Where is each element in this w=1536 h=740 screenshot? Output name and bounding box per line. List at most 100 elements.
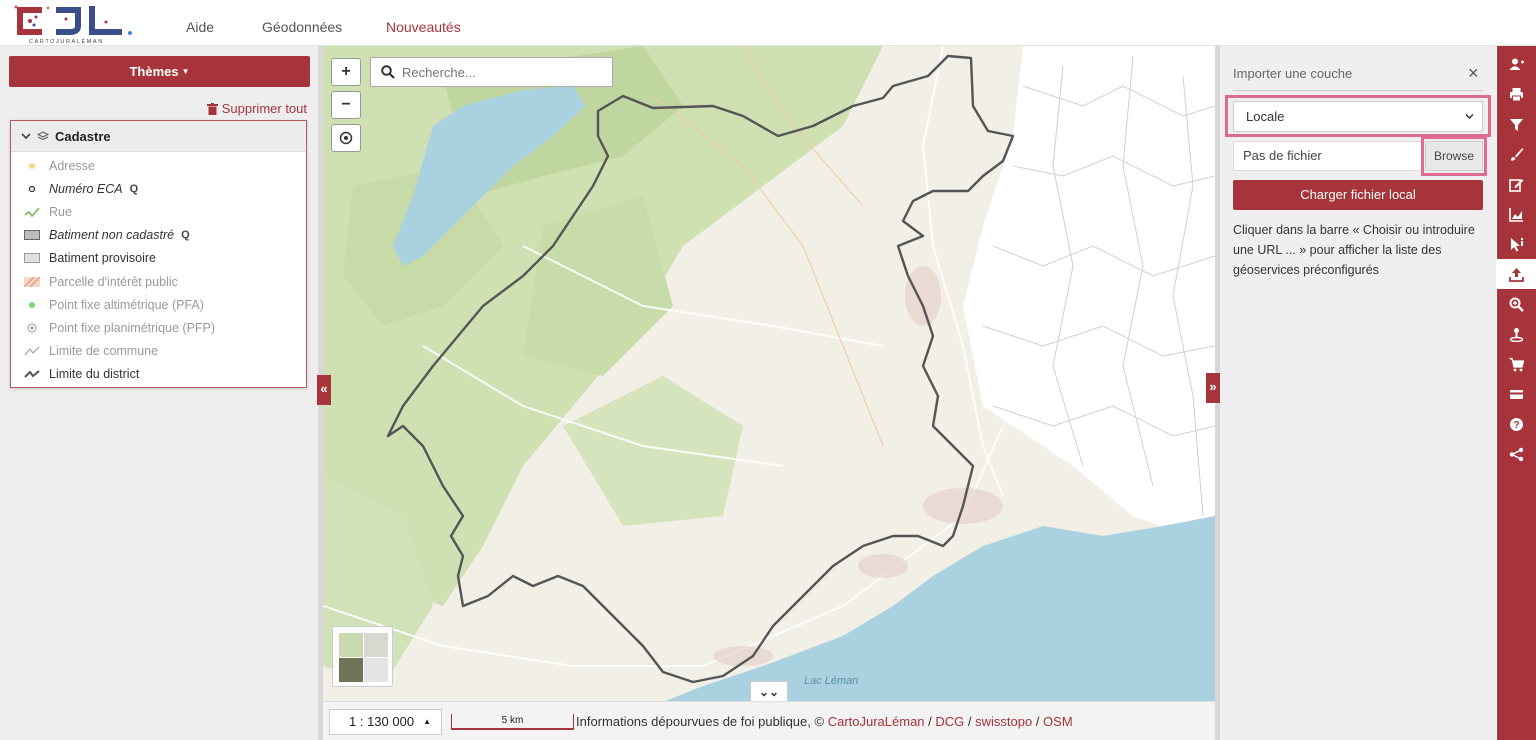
status-bar: 1 : 130 000 ▲ 5 km Informations dépourvue… bbox=[318, 701, 1220, 740]
pointer-info-icon[interactable] bbox=[1497, 229, 1536, 259]
filter-icon[interactable] bbox=[1497, 109, 1536, 139]
file-name-field[interactable]: Pas de fichier bbox=[1233, 141, 1423, 171]
layer-label: Limite de commune bbox=[49, 344, 159, 359]
layer-tree: Cadastre Adresse Numéro ECA Q Rue Batime… bbox=[10, 120, 307, 388]
help-icon[interactable]: ? bbox=[1497, 409, 1536, 439]
layer-row-limite-commune[interactable]: Limite de commune bbox=[11, 340, 306, 363]
chevron-down-icon[interactable] bbox=[21, 132, 31, 140]
line-dark-icon bbox=[23, 368, 41, 380]
pin-icon[interactable] bbox=[1497, 319, 1536, 349]
search-input[interactable] bbox=[402, 64, 602, 80]
divider bbox=[1233, 90, 1483, 91]
load-local-file-button[interactable]: Charger fichier local bbox=[1233, 180, 1483, 210]
highlight-box bbox=[1225, 95, 1491, 137]
themes-label: Thèmes bbox=[129, 64, 179, 79]
layer-label: Batiment non cadastré bbox=[49, 228, 175, 243]
scale-select[interactable]: 1 : 130 000 ▲ bbox=[329, 709, 442, 735]
collapse-left-panel-button[interactable]: « bbox=[317, 375, 331, 405]
tool-bar: ? bbox=[1497, 46, 1536, 740]
attribution: Informations dépourvues de foi publique,… bbox=[576, 714, 1073, 729]
layer-label: Numéro ECA bbox=[49, 181, 123, 196]
svg-text:?: ? bbox=[1513, 420, 1519, 431]
scale-bar: 5 km bbox=[451, 714, 574, 730]
layer-group-header[interactable]: Cadastre bbox=[11, 121, 306, 152]
nav-geodonnees[interactable]: Géodonnées bbox=[262, 19, 342, 35]
layer-row-parcelle-interet-public[interactable]: Parcelle d'intérêt public bbox=[11, 270, 306, 293]
themes-button[interactable]: Thèmes ▼ bbox=[9, 56, 310, 87]
zoom-out-button[interactable]: − bbox=[331, 91, 361, 119]
lake-label: Lac Léman bbox=[804, 675, 859, 687]
zoom-in-button[interactable]: + bbox=[331, 58, 361, 86]
rect-grey-icon bbox=[23, 229, 41, 241]
point-yellow-icon bbox=[23, 160, 41, 172]
logo-subtitle: CARTOJURALÉMAN bbox=[29, 39, 104, 45]
attribution-link-dcg[interactable]: DCG bbox=[935, 714, 964, 729]
circle-point-icon bbox=[23, 183, 41, 195]
attribution-link-cartojuraleman[interactable]: CartoJuraLéman bbox=[828, 714, 925, 729]
scale-bar-label: 5 km bbox=[501, 715, 524, 726]
panel-title: Importer une couche bbox=[1233, 66, 1353, 81]
basemap-thumb-map bbox=[339, 633, 363, 657]
edit-icon[interactable] bbox=[1497, 169, 1536, 199]
layer-label: Batiment provisoire bbox=[49, 251, 156, 266]
layer-label: Rue bbox=[49, 204, 72, 219]
left-panel: Thèmes ▼ Supprimer tout Cadastre Adresse … bbox=[0, 46, 318, 740]
basemap-thumb-grey bbox=[364, 658, 388, 682]
zoom-to-layer-icon[interactable]: Q bbox=[130, 183, 139, 195]
attribution-link-swisstopo[interactable]: swisstopo bbox=[975, 714, 1032, 729]
scale-value: 1 : 130 000 bbox=[349, 714, 415, 729]
layer-group-title: Cadastre bbox=[55, 128, 111, 144]
layer-row-adresse[interactable]: Adresse bbox=[11, 154, 306, 177]
attribution-link-osm[interactable]: OSM bbox=[1043, 714, 1073, 729]
brush-icon[interactable] bbox=[1497, 139, 1536, 169]
map-view[interactable]: + − Lac Léman ⌄⌄ bbox=[318, 46, 1220, 740]
layer-row-limite-district[interactable]: Limite du district bbox=[11, 363, 306, 386]
target-icon bbox=[23, 322, 41, 334]
rect-light-icon bbox=[23, 252, 41, 264]
help-text: Cliquer dans la barre « Choisir ou intro… bbox=[1233, 223, 1475, 277]
print-icon[interactable] bbox=[1497, 79, 1536, 109]
basemap-thumb-ortho bbox=[339, 658, 363, 682]
layer-row-rue[interactable]: Rue bbox=[11, 200, 306, 223]
delete-all-label: Supprimer tout bbox=[221, 101, 307, 116]
caret-down-icon: ▼ bbox=[181, 67, 190, 76]
card-icon[interactable] bbox=[1497, 379, 1536, 409]
nav-aide[interactable]: Aide bbox=[186, 19, 214, 35]
layer-label: Limite du district bbox=[49, 367, 140, 382]
line-green-icon bbox=[23, 206, 41, 218]
basemap-switcher[interactable] bbox=[332, 626, 393, 687]
basemap[interactable] bbox=[323, 46, 1215, 740]
basemap-thumb-plan bbox=[364, 633, 388, 657]
layer-row-numero-eca[interactable]: Numéro ECA Q bbox=[11, 177, 306, 200]
layer-label: Point fixe planimétrique (PFP) bbox=[49, 320, 216, 335]
search-icon bbox=[381, 65, 395, 79]
layers-icon bbox=[37, 130, 49, 140]
layer-row-pfp[interactable]: Point fixe planimétrique (PFP) bbox=[11, 316, 306, 339]
nav-nouveautes[interactable]: Nouveautés bbox=[386, 19, 461, 35]
chart-icon[interactable] bbox=[1497, 199, 1536, 229]
caret-up-icon: ▲ bbox=[423, 717, 431, 726]
zoom-to-layer-icon[interactable]: Q bbox=[181, 229, 190, 241]
delete-all-button[interactable]: Supprimer tout bbox=[206, 101, 307, 116]
hatch-red-icon bbox=[23, 276, 41, 288]
layer-row-pfa[interactable]: Point fixe altimétrique (PFA) bbox=[11, 293, 306, 316]
highlight-box bbox=[1421, 136, 1487, 176]
zoom-search-icon[interactable] bbox=[1497, 289, 1536, 319]
line-grey-icon bbox=[23, 345, 41, 357]
close-icon[interactable]: × bbox=[1468, 63, 1479, 84]
upload-icon[interactable] bbox=[1497, 259, 1536, 289]
cart-icon[interactable] bbox=[1497, 349, 1536, 379]
search-box[interactable] bbox=[370, 57, 613, 87]
layer-row-batiment-provisoire[interactable]: Batiment provisoire bbox=[11, 247, 306, 270]
attribution-text: Informations dépourvues de foi publique,… bbox=[576, 714, 825, 729]
locate-button[interactable] bbox=[331, 124, 361, 152]
collapse-right-panel-button[interactable]: » bbox=[1206, 373, 1220, 403]
share-icon[interactable] bbox=[1497, 439, 1536, 469]
top-bar: CARTOJURALÉMAN Aide Géodonnées Nouveauté… bbox=[0, 0, 1536, 46]
double-chevron-down-icon[interactable]: ⌄⌄ bbox=[750, 681, 788, 703]
layer-row-batiment-non-cadastre[interactable]: Batiment non cadastré Q bbox=[11, 224, 306, 247]
point-green-icon bbox=[23, 299, 41, 311]
layer-label: Point fixe altimétrique (PFA) bbox=[49, 297, 204, 312]
logo[interactable]: CARTOJURALÉMAN bbox=[12, 4, 142, 45]
user-icon[interactable] bbox=[1497, 49, 1536, 79]
